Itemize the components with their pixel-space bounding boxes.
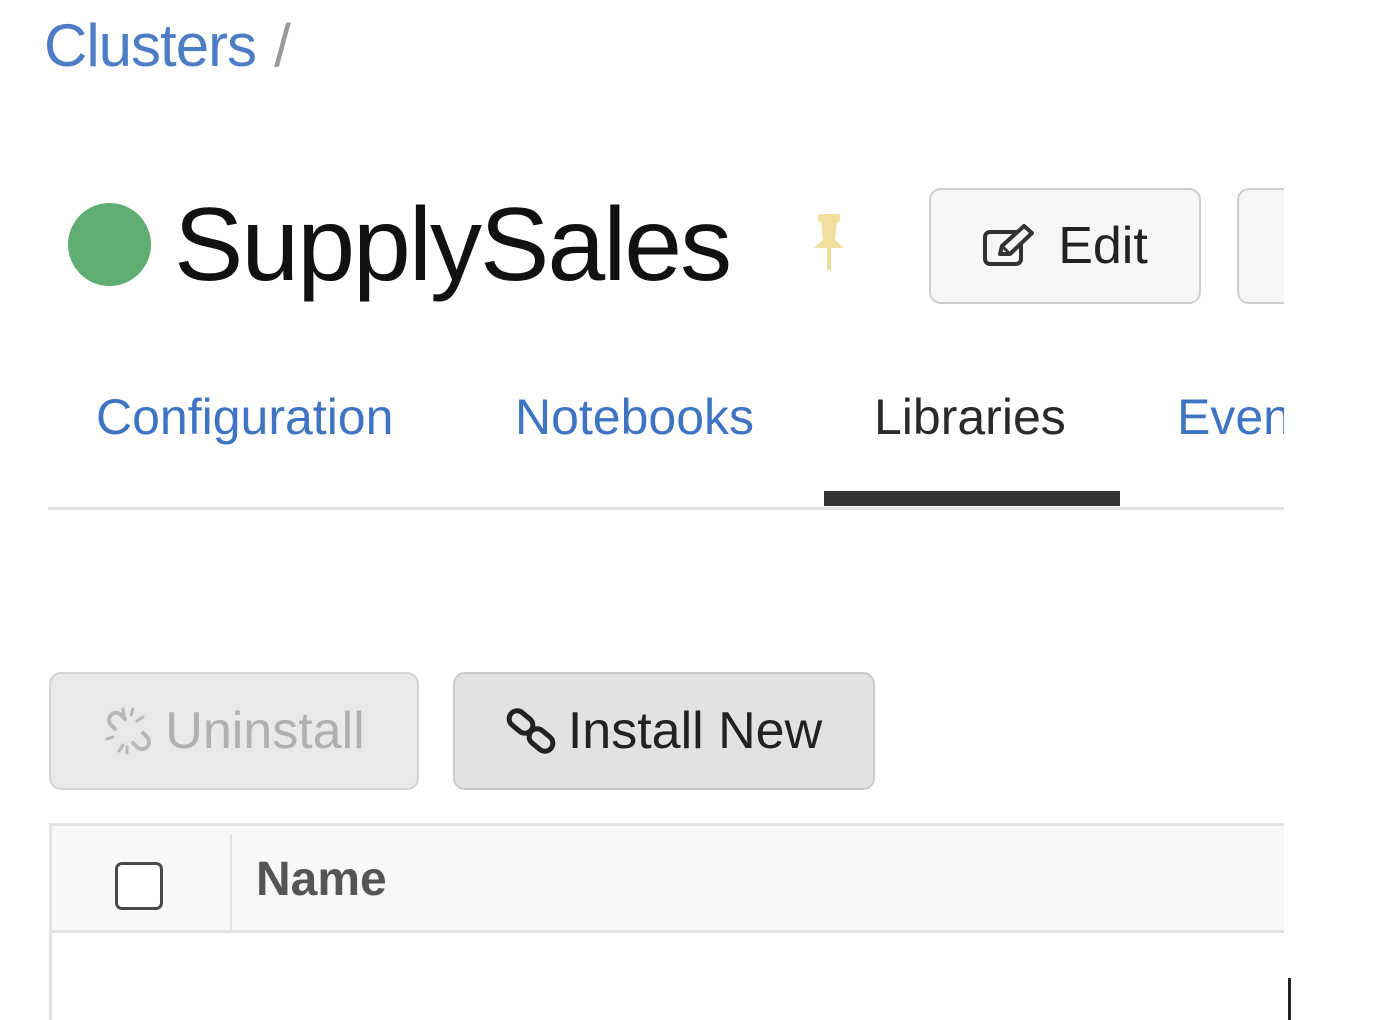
install-new-button[interactable]: Install New — [453, 672, 875, 790]
edit-button[interactable]: Edit — [929, 188, 1201, 304]
libraries-table: Name — [49, 823, 1284, 1020]
install-new-button-label: Install New — [567, 702, 823, 760]
active-tab-indicator — [824, 491, 1120, 506]
tabs-divider — [48, 507, 1284, 510]
table-header: Name — [52, 826, 1284, 933]
select-all-checkbox[interactable] — [115, 862, 163, 910]
column-header-name[interactable]: Name — [256, 852, 387, 907]
edit-icon — [983, 224, 1035, 266]
cluster-libraries-page: Clusters / SupplySales Edit Configuratio… — [0, 0, 1394, 1020]
header-action-button[interactable] — [1237, 188, 1284, 304]
breadcrumb: Clusters / — [44, 10, 291, 80]
breadcrumb-separator: / — [274, 11, 291, 79]
tab-libraries[interactable]: Libraries — [874, 385, 1066, 449]
uninstall-button[interactable]: Uninstall — [49, 672, 419, 790]
tab-configuration[interactable]: Configuration — [96, 385, 393, 449]
pin-icon[interactable] — [808, 212, 850, 272]
edit-button-label: Edit — [1058, 217, 1148, 275]
tab-events[interactable]: Even — [1177, 385, 1284, 449]
cluster-status-indicator — [68, 203, 151, 286]
page-title: SupplySales — [174, 187, 732, 303]
page-content: Clusters / SupplySales Edit Configuratio… — [0, 0, 1284, 1020]
unlink-icon — [105, 707, 152, 755]
tab-notebooks[interactable]: Notebooks — [515, 385, 754, 449]
link-icon — [506, 708, 556, 754]
uninstall-button-label: Uninstall — [165, 702, 365, 760]
column-divider — [230, 834, 232, 930]
text-cursor — [1288, 978, 1291, 1020]
breadcrumb-clusters-link[interactable]: Clusters — [44, 11, 257, 80]
